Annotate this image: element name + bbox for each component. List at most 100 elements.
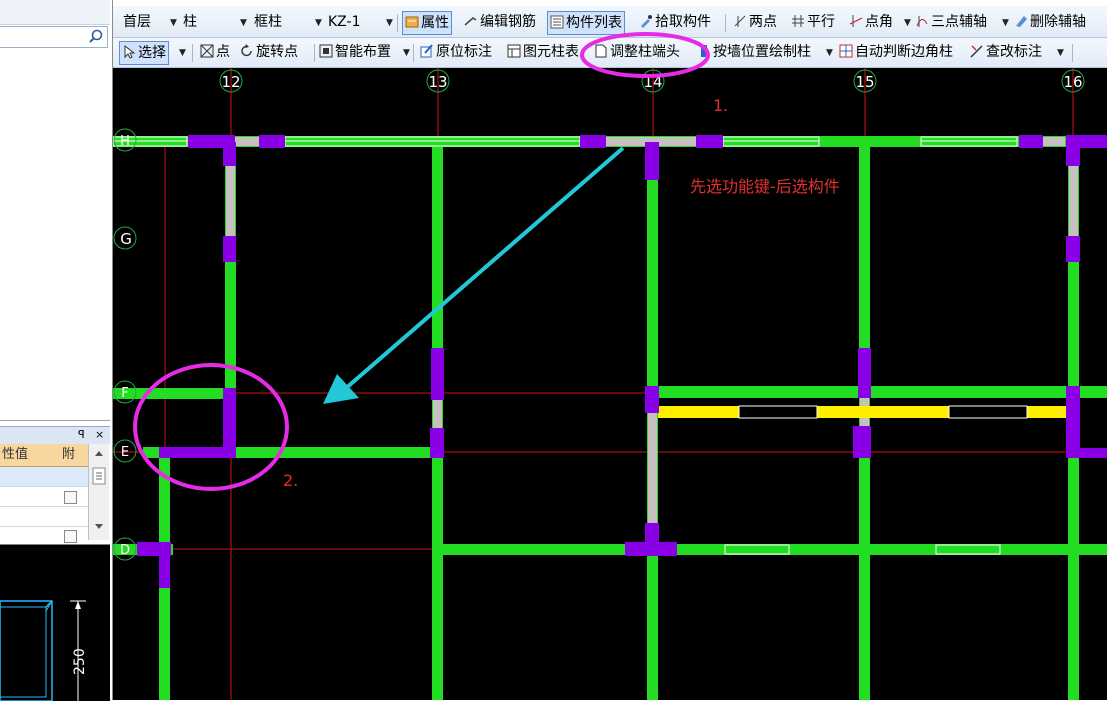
yellow-wall[interactable] bbox=[658, 405, 1068, 419]
property-table: 性值 附 bbox=[0, 444, 110, 547]
column-header-attach: 附 bbox=[58, 444, 89, 467]
adjust-column-head-button[interactable]: 调整柱端头 bbox=[594, 43, 680, 63]
scrollbar-arrows[interactable] bbox=[89, 444, 109, 540]
three-point-axis-button[interactable]: 三点辅轴 bbox=[915, 13, 987, 33]
floor-plan[interactable]: 12 13 14 15 16 H G F E D 1. 先选功能键-后选构件 2… bbox=[113, 68, 1107, 700]
axis-letter-e: E bbox=[121, 445, 129, 460]
annotation-step-2: 2. bbox=[283, 471, 298, 490]
separator bbox=[413, 44, 414, 62]
property-panel-header: ꟼ × bbox=[0, 426, 110, 446]
axis-grid bbox=[113, 68, 1107, 700]
label-icon bbox=[420, 44, 433, 58]
chevron-down-icon[interactable]: ▼ bbox=[1002, 18, 1009, 28]
chevron-down-icon[interactable]: ▼ bbox=[826, 48, 833, 58]
list-icon bbox=[550, 15, 564, 29]
chevron-down-icon[interactable]: ▼ bbox=[1057, 48, 1064, 58]
table-row[interactable] bbox=[0, 487, 88, 507]
auto-corner-column-button[interactable]: 自动判断边角柱 bbox=[839, 43, 953, 63]
checkbox[interactable] bbox=[64, 491, 77, 504]
grid-icon bbox=[319, 44, 333, 58]
checkbox[interactable] bbox=[64, 530, 77, 543]
smart-layout-button[interactable]: 智能布置 bbox=[319, 43, 391, 63]
properties-icon bbox=[405, 16, 419, 28]
rebar-icon bbox=[464, 17, 477, 26]
toolbar-drawing: 选择 ▼ 点 旋转点 智能布置 ▼ 原位标注 图元柱表 调整柱端头 按墙位置绘制… bbox=[113, 38, 1107, 68]
point-angle-button[interactable]: 点角 bbox=[849, 13, 893, 33]
section-drawing: 250 bbox=[0, 600, 88, 702]
scrollbar[interactable] bbox=[88, 444, 109, 540]
axis-number-12: 12 bbox=[221, 73, 240, 91]
component-list[interactable] bbox=[0, 50, 110, 421]
chevron-down-icon[interactable]: ▼ bbox=[403, 48, 410, 58]
left-panel-top bbox=[0, 0, 110, 25]
cursor-icon bbox=[124, 45, 136, 59]
category-dropdown[interactable]: 柱 bbox=[183, 13, 197, 33]
draw-by-wall-button[interactable]: 按墙位置绘制柱 bbox=[697, 43, 811, 63]
point-icon bbox=[200, 44, 214, 58]
two-points-icon bbox=[734, 15, 746, 27]
separator bbox=[725, 14, 726, 32]
annotation-step-1: 1. bbox=[713, 96, 728, 115]
search-input[interactable] bbox=[0, 26, 108, 48]
pick-component-button[interactable]: 拾取构件 bbox=[639, 13, 711, 33]
component-list-button[interactable]: 构件列表 bbox=[547, 11, 625, 35]
chevron-down-icon[interactable]: ▼ bbox=[170, 18, 177, 28]
original-label-button[interactable]: 原位标注 bbox=[420, 43, 492, 63]
delete-axis-button[interactable]: 删除辅轴 bbox=[1014, 13, 1086, 33]
rotate-point-button[interactable]: 旋转点 bbox=[240, 43, 298, 63]
axis-letter-f: F bbox=[121, 386, 128, 401]
edit-label-icon bbox=[970, 45, 983, 58]
dimension-label: 250 bbox=[72, 648, 88, 675]
pin-icon[interactable]: ꟼ bbox=[78, 428, 85, 441]
eyedropper-icon bbox=[641, 15, 652, 28]
axis-letter-g: G bbox=[120, 230, 132, 248]
document-icon bbox=[595, 44, 607, 58]
corner-grid-icon bbox=[839, 44, 853, 58]
table-row[interactable] bbox=[0, 507, 88, 527]
axis-number-13: 13 bbox=[428, 73, 447, 91]
axis-number-14: 14 bbox=[643, 73, 662, 91]
chevron-down-icon[interactable]: ▼ bbox=[315, 18, 322, 28]
column-header-value: 性值 bbox=[0, 444, 59, 467]
section-preview: 250 bbox=[0, 544, 110, 702]
properties-button[interactable]: 属性 bbox=[402, 11, 452, 35]
eraser-icon bbox=[1016, 16, 1027, 27]
table-row[interactable] bbox=[0, 467, 88, 487]
chevron-down-icon[interactable]: ▼ bbox=[240, 18, 247, 28]
chevron-down-icon[interactable]: ▼ bbox=[386, 18, 393, 28]
separator bbox=[1072, 44, 1073, 62]
parallel-button[interactable]: 平行 bbox=[791, 13, 835, 33]
axis-number-15: 15 bbox=[855, 73, 874, 91]
select-button[interactable]: 选择 bbox=[119, 41, 169, 65]
type-dropdown[interactable]: 框柱 bbox=[254, 13, 282, 33]
edit-rebar-button[interactable]: 编辑钢筋 bbox=[464, 13, 536, 33]
floor-dropdown[interactable]: 首层 bbox=[123, 13, 151, 33]
parallel-icon bbox=[792, 15, 804, 27]
chevron-down-icon[interactable]: ▼ bbox=[179, 48, 186, 58]
three-point-icon bbox=[916, 16, 928, 27]
component-dropdown[interactable]: KZ-1 bbox=[328, 13, 360, 33]
separator bbox=[192, 44, 193, 62]
two-points-button[interactable]: 两点 bbox=[733, 13, 777, 33]
wall-column-icon bbox=[701, 45, 707, 57]
axis-letter-h: H bbox=[120, 134, 130, 149]
left-panel: ꟼ × 性值 附 250 bbox=[0, 0, 113, 702]
axis-number-16: 16 bbox=[1063, 73, 1082, 91]
highlight-ellipse-column bbox=[133, 363, 289, 491]
chevron-down-icon[interactable]: ▼ bbox=[904, 18, 911, 28]
element-table-button[interactable]: 图元柱表 bbox=[507, 43, 579, 63]
arrow-icon bbox=[323, 146, 625, 404]
rotate-icon bbox=[241, 44, 252, 57]
check-label-button[interactable]: 查改标注 bbox=[970, 43, 1042, 63]
close-icon[interactable]: × bbox=[95, 428, 104, 441]
separator bbox=[314, 44, 315, 62]
instruction-text: 先选功能键-后选构件 bbox=[690, 177, 840, 196]
axis-letter-d: D bbox=[120, 543, 130, 558]
table-icon bbox=[507, 44, 521, 58]
drawing-canvas[interactable]: 12 13 14 15 16 H G F E D 1. 先选功能键-后选构件 2… bbox=[113, 68, 1107, 700]
separator bbox=[397, 14, 398, 32]
search-icon[interactable] bbox=[88, 29, 104, 45]
point-button[interactable]: 点 bbox=[200, 43, 230, 63]
angle-icon bbox=[849, 15, 863, 27]
columns[interactable] bbox=[137, 135, 1107, 588]
